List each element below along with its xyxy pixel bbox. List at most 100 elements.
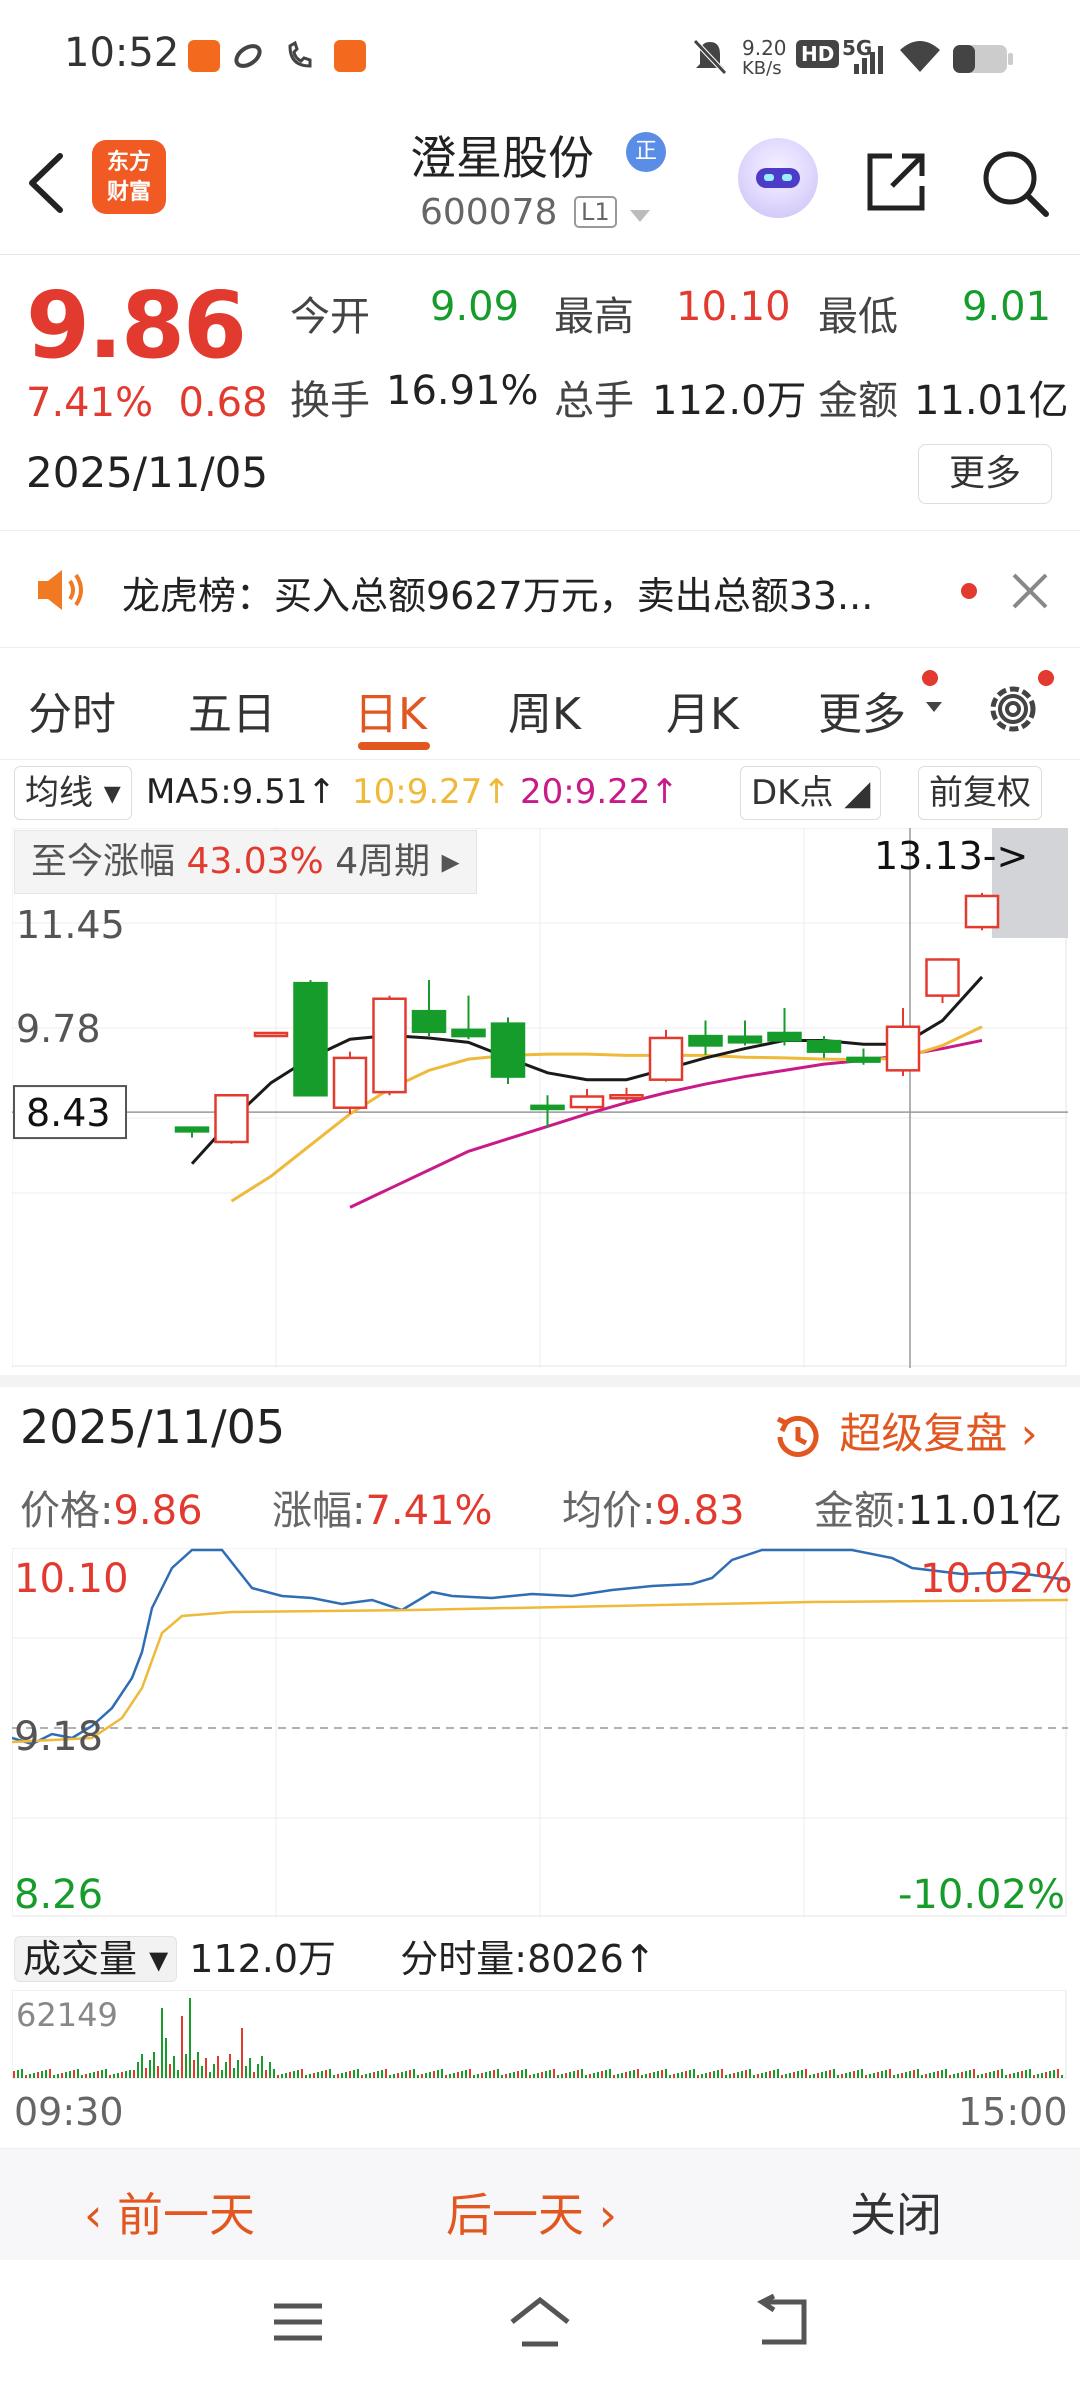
level-badge[interactable]: L1 — [574, 196, 617, 228]
start-time-label: 09:30 — [14, 2090, 124, 2134]
kline-chart[interactable]: 11.459.788.438.43 — [12, 828, 1068, 1368]
max-price-tag: 13.13-> — [874, 834, 1029, 878]
back-nav-icon[interactable] — [752, 2293, 812, 2354]
notice-text: 龙虎榜：买入总额9627万元，卖出总额33... — [122, 574, 874, 618]
super-replay-button[interactable]: 超级复盘 › — [770, 1400, 1038, 1465]
previous-day-button[interactable]: ‹ 前一天 — [84, 2179, 255, 2245]
high-label: 最高 — [554, 294, 634, 340]
tab-monthly-k[interactable]: 月K — [666, 678, 739, 742]
change-label: 涨幅: — [271, 1488, 366, 1534]
section-divider — [0, 1375, 1080, 1387]
minute-info-row: 价格:9.86 涨幅:7.41% 均价:9.83 金额:11.01亿 — [20, 1478, 1062, 1536]
amount-value: 11.01亿 — [914, 378, 1069, 424]
stock-header: 东方 财富 澄星股份 正 600078 L1 — [0, 110, 1080, 255]
volume-now-value: 8026↑ — [527, 1937, 656, 1981]
next-day-button[interactable]: 后一天 › — [446, 2179, 617, 2245]
volume-value: 112.0万 — [652, 378, 807, 424]
net-speed-unit: KB/s — [742, 58, 782, 79]
battery-icon — [952, 44, 1014, 78]
low-label: 最低 — [818, 294, 898, 340]
tab-five-day[interactable]: 五日 — [188, 678, 276, 742]
gear-icon[interactable] — [982, 678, 1044, 744]
candle-body — [530, 1104, 565, 1111]
volume-now-label: 分时量: — [400, 1937, 528, 1981]
back-button[interactable] — [20, 148, 80, 218]
avg-label: 均价: — [561, 1488, 656, 1534]
candle-body — [767, 1031, 802, 1042]
close-icon[interactable] — [1008, 569, 1052, 613]
hd-badge: HD — [796, 40, 840, 68]
logo-text-bottom: 财富 — [106, 180, 151, 205]
candle-body — [451, 1028, 486, 1038]
ma-select-label: 均线 — [25, 773, 93, 813]
stock-code[interactable]: 600078 — [420, 192, 557, 233]
period-gain-box[interactable]: 至今涨幅 43.03% 4周期 ▸ — [14, 830, 477, 894]
price-label: 价格: — [20, 1488, 114, 1534]
app-notification-icon — [334, 40, 366, 72]
turnover-label: 换手 — [290, 378, 370, 424]
next-day-label: 后一天 — [446, 2188, 584, 2242]
chart-frame — [12, 1548, 1067, 1917]
ma5-value: MA5:9.51↑ — [146, 772, 336, 812]
volume-select-button[interactable]: 成交量 ▾ — [14, 1936, 178, 1982]
high-value: 10.10 — [676, 284, 791, 330]
ma-select-button[interactable]: 均线 ▾ — [14, 766, 132, 820]
price-value: 9.86 — [113, 1488, 203, 1534]
ma10-value: 10:9.27↑ — [352, 772, 511, 812]
intraday-chart[interactable] — [12, 1548, 1068, 1918]
end-time-label: 15:00 — [958, 2090, 1068, 2134]
candle-body — [964, 894, 1000, 929]
net-speed: 9.20 — [742, 36, 787, 60]
adjust-button[interactable]: 前复权 — [918, 766, 1042, 820]
tab-weekly-k[interactable]: 周K — [508, 678, 581, 742]
change-line: 7.41% 0.68 — [26, 380, 268, 426]
missed-call-icon — [284, 40, 316, 72]
amount-label: 金额 — [818, 378, 898, 424]
more-quote-button[interactable]: 更多 — [918, 444, 1052, 504]
candle-body — [688, 1034, 723, 1047]
candle-body — [925, 958, 960, 997]
menu-icon[interactable] — [270, 2300, 326, 2348]
replay-label: 超级复盘 — [839, 1409, 1008, 1458]
chevron-down-icon[interactable] — [630, 210, 650, 222]
amount-value: 11.01亿 — [907, 1488, 1062, 1534]
candle-body — [411, 1009, 447, 1033]
tab-more[interactable]: 更多 — [818, 678, 906, 742]
candle-body — [806, 1039, 842, 1053]
speaker-icon — [34, 567, 86, 617]
chart-tabs: 分时 五日 日K 周K 月K 更多 — [0, 650, 1080, 760]
official-badge: 正 — [626, 132, 666, 172]
candle-body — [332, 1056, 368, 1109]
gain-period: 4周期 — [335, 841, 431, 882]
link-icon — [232, 40, 264, 72]
dragon-tiger-notice[interactable]: 龙虎榜：买入总额9627万元，卖出总额33... — [0, 530, 1080, 648]
price-tick-label: 9.78 — [16, 1007, 101, 1051]
lower-price-label: 8.26 — [14, 1872, 104, 1918]
signal-icon — [850, 44, 886, 78]
candle-body — [846, 1056, 881, 1063]
dk-point-label: DK点 — [751, 773, 834, 813]
eastmoney-logo[interactable]: 东方 财富 — [92, 140, 166, 214]
search-icon[interactable] — [980, 148, 1050, 218]
home-icon[interactable] — [506, 2294, 574, 2354]
dk-point-button[interactable]: DK点 ◢ — [740, 766, 882, 820]
stock-name: 澄星股份 — [410, 131, 594, 185]
tab-intraday[interactable]: 分时 — [28, 678, 116, 742]
open-value: 9.09 — [430, 284, 520, 330]
wifi-icon — [898, 38, 942, 78]
tab-daily-k[interactable]: 日K — [354, 678, 427, 742]
status-bar: 10:52 9.20 KB/s HD 5G — [0, 0, 1080, 110]
share-icon[interactable] — [862, 148, 930, 216]
close-button[interactable]: 关闭 — [850, 2179, 942, 2245]
active-tab-indicator — [358, 742, 430, 750]
amount-label: 金额: — [813, 1488, 908, 1534]
candle-body — [609, 1094, 644, 1100]
candle-body — [253, 1031, 289, 1038]
taobao-icon — [188, 40, 220, 72]
gain-label: 至今涨幅 — [31, 841, 176, 882]
ai-robot-icon[interactable] — [738, 138, 818, 218]
avg-value: 9.83 — [655, 1488, 745, 1534]
candle-body — [293, 981, 328, 1097]
day-navigation-bar: ‹ 前一天 后一天 › 关闭 — [0, 2148, 1080, 2260]
candle-body — [727, 1035, 763, 1044]
